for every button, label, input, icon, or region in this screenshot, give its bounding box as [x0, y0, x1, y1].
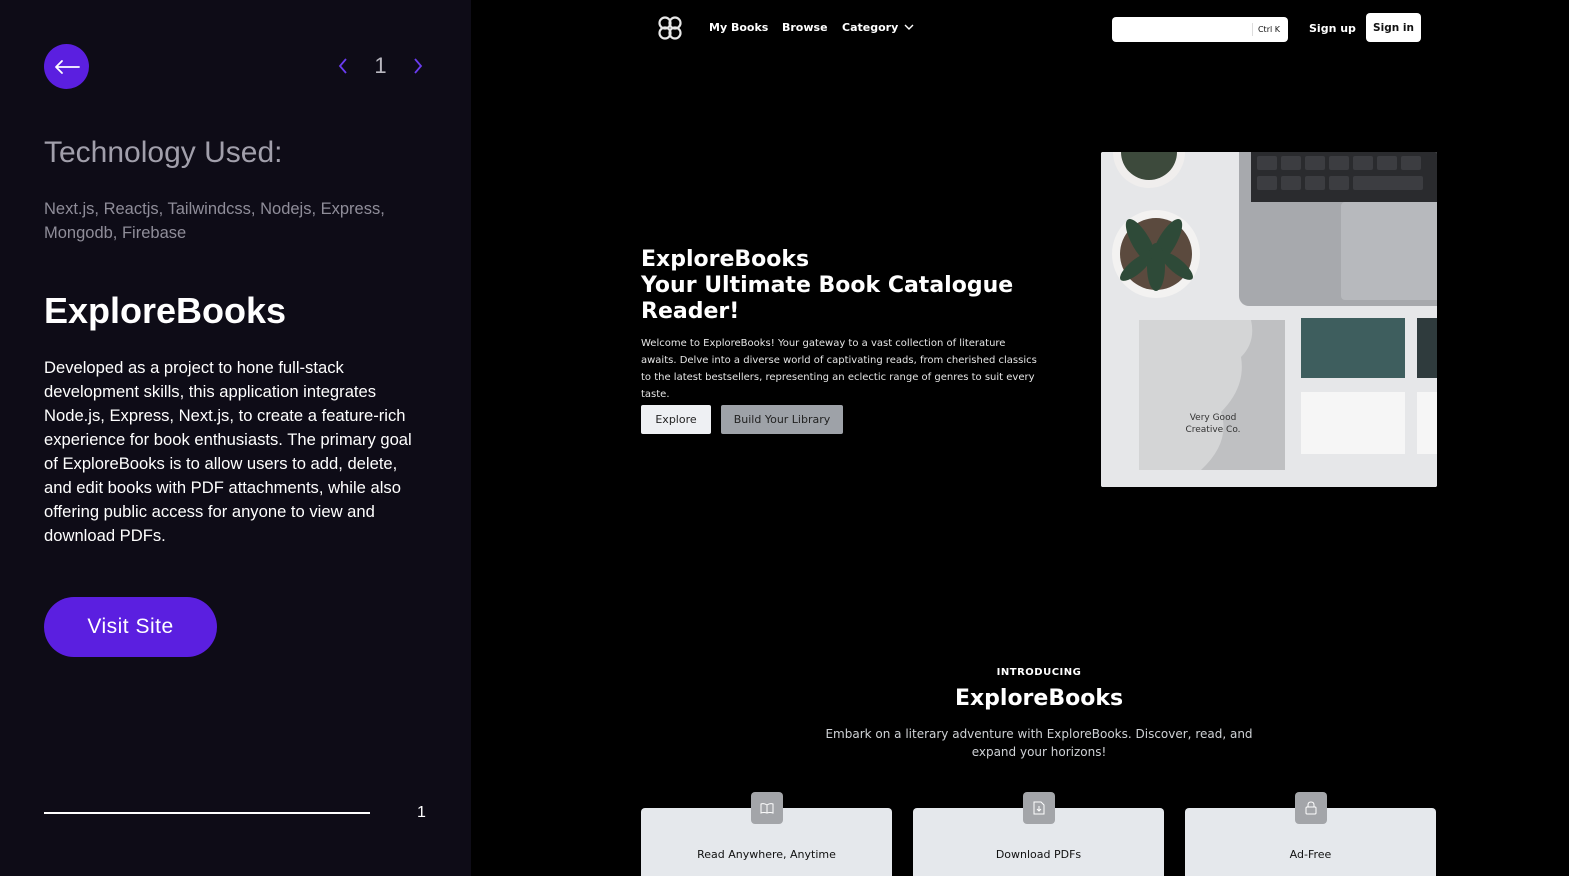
feature-card-read: Read Anywhere, Anytime [641, 792, 892, 876]
build-library-button[interactable]: Build Your Library [721, 405, 843, 434]
feature-label: Ad-Free [1289, 848, 1332, 861]
logo-icon[interactable] [657, 15, 683, 41]
feature-label: Read Anywhere, Anytime [697, 848, 836, 861]
intro-title: ExploreBooks [954, 686, 1124, 711]
hero-image: Very Good Creative Co. [1101, 152, 1437, 487]
feature-icon-box [751, 792, 783, 824]
explore-button[interactable]: Explore [641, 405, 711, 434]
desk-photo: Very Good Creative Co. [1101, 152, 1437, 487]
site-preview: My Books Browse Category Ctrl K Sign up … [471, 0, 1569, 876]
chevron-left-icon [338, 58, 347, 74]
nav-browse[interactable]: Browse [782, 21, 828, 34]
progress-bar [44, 812, 370, 814]
nav-category[interactable]: Category [842, 21, 914, 34]
search-input[interactable]: Ctrl K [1112, 17, 1288, 42]
tech-heading: Technology Used: [44, 136, 283, 169]
search-shortcut: Ctrl K [1251, 23, 1280, 36]
feature-card-download: Download PDFs [913, 792, 1164, 876]
sign-in-button[interactable]: Sign in [1366, 13, 1421, 42]
chevron-down-icon [904, 24, 914, 30]
image-card-text-1: Very Good [1190, 413, 1237, 423]
prev-project-button[interactable] [333, 52, 353, 80]
project-pager: 1 [333, 52, 428, 80]
file-download-icon [1033, 801, 1045, 815]
visit-site-button[interactable]: Visit Site [44, 597, 217, 657]
hero-title: ExploreBooks Your Ultimate Book Catalogu… [641, 247, 1014, 325]
book-open-icon [760, 803, 774, 814]
intro-kicker: INTRODUCING [996, 667, 1082, 678]
tech-list: Next.js, Reactjs, Tailwindcss, Nodejs, E… [44, 200, 385, 242]
chevron-right-icon [414, 58, 423, 74]
feature-icon-box [1295, 792, 1327, 824]
nav-category-label: Category [842, 21, 899, 34]
next-project-button[interactable] [408, 52, 428, 80]
project-description: Developed as a project to hone full-stac… [44, 358, 412, 545]
intro-description: Embark on a literary adventure with Expl… [825, 727, 1253, 759]
image-card-text-2: Creative Co. [1185, 425, 1240, 435]
lock-icon [1305, 801, 1317, 815]
hero-title-line2: Your Ultimate Book Catalogue [641, 273, 1014, 298]
arrow-left-icon [54, 59, 80, 74]
project-title: ExploreBooks [44, 290, 287, 331]
project-detail-panel: 1 Technology Used: Next.js, Reactjs, Tai… [0, 0, 471, 876]
back-button[interactable] [44, 44, 89, 89]
nav-my-books[interactable]: My Books [709, 21, 768, 34]
hero-title-line3: Reader! [641, 299, 740, 324]
hero-title-line1: ExploreBooks [641, 247, 810, 272]
feature-label: Download PDFs [995, 848, 1082, 861]
page-number: 1 [374, 53, 387, 78]
hero-description: Welcome to ExploreBooks! Your gateway to… [641, 338, 1037, 400]
feature-card-adfree: Ad-Free [1185, 792, 1436, 876]
progress-number: 1 [417, 804, 426, 821]
sign-up-link[interactable]: Sign up [1309, 22, 1356, 35]
feature-icon-box [1023, 792, 1055, 824]
